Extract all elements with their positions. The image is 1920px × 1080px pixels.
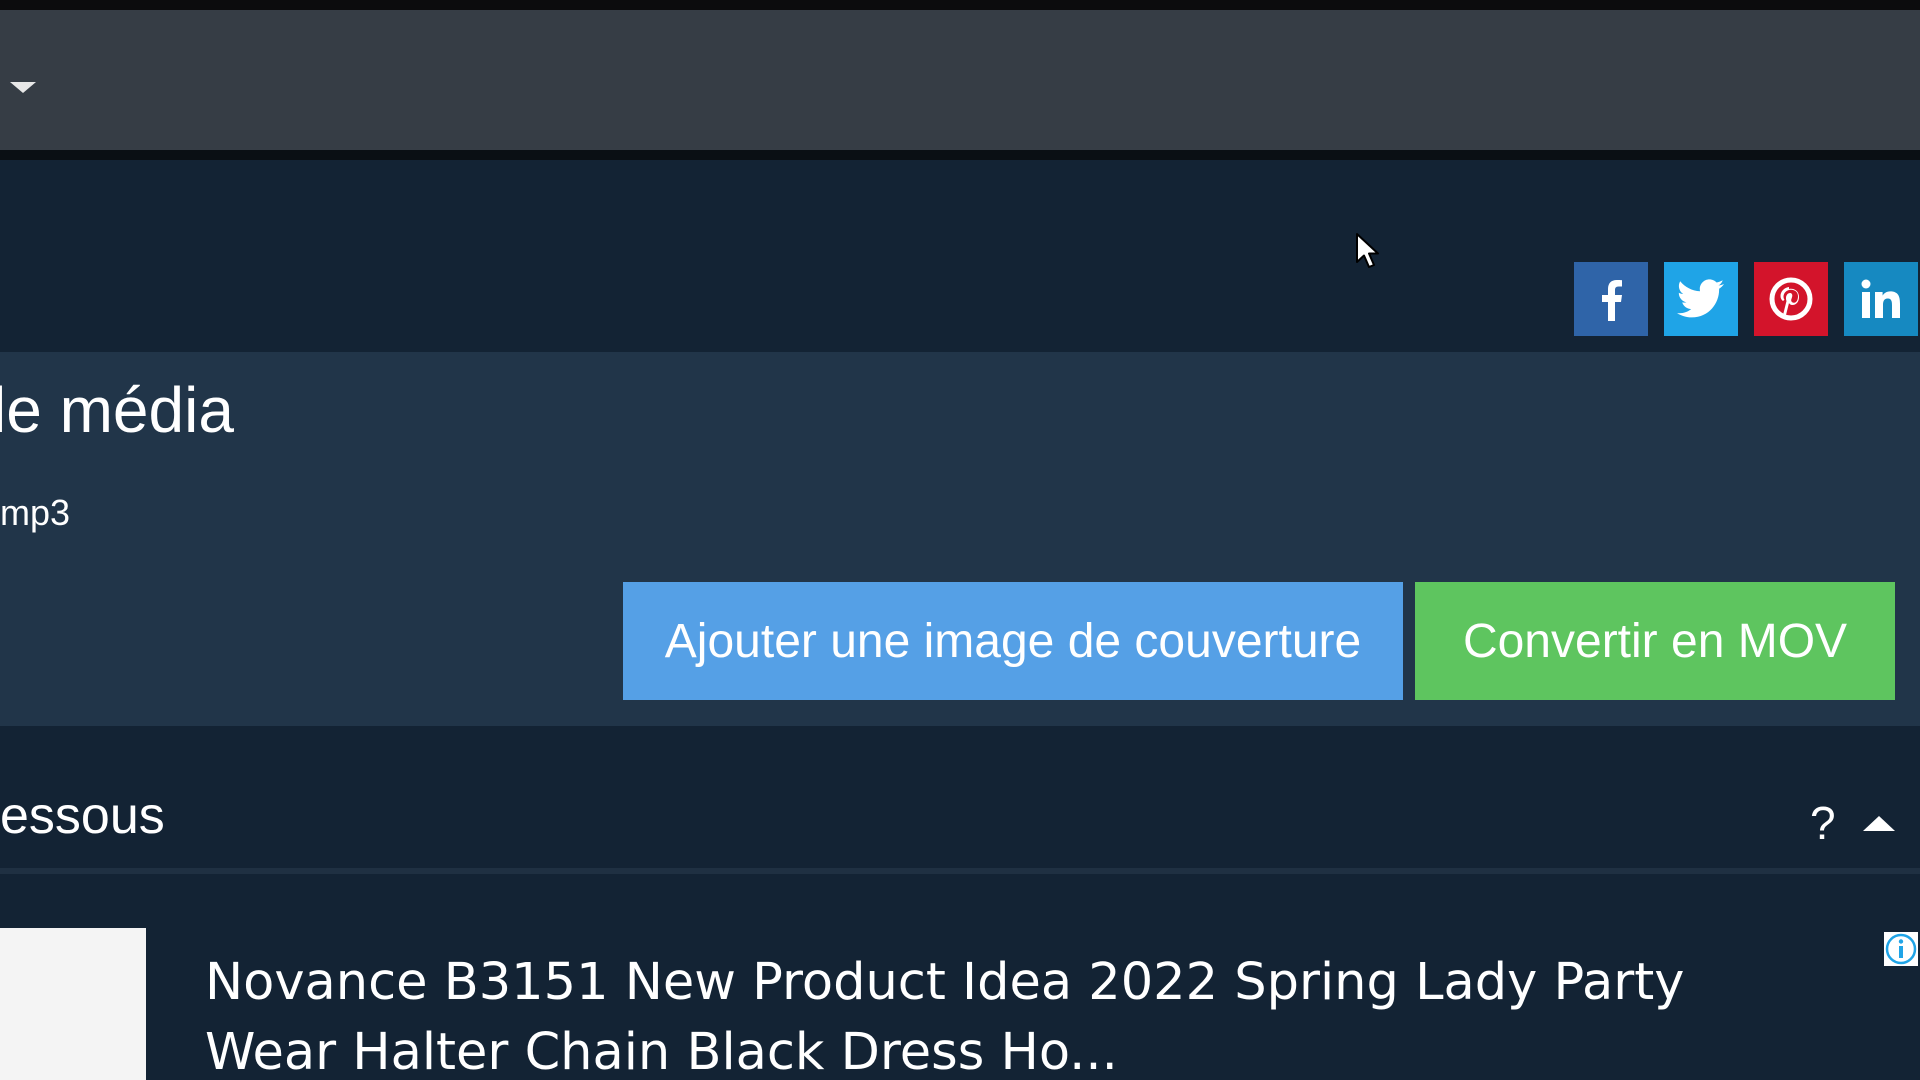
section-title: essous	[0, 787, 165, 845]
navbar-divider	[0, 150, 1920, 160]
section-divider	[0, 868, 1920, 874]
help-icon[interactable]: ?	[1810, 800, 1836, 846]
chevron-down-icon[interactable]	[10, 82, 36, 93]
pinterest-share-button[interactable]	[1754, 262, 1828, 336]
twitter-icon	[1677, 279, 1724, 318]
add-cover-image-button[interactable]: Ajouter une image de couverture	[623, 582, 1403, 700]
ad-title[interactable]: Novance B3151 New Product Idea 2022 Spri…	[205, 948, 1735, 1080]
facebook-icon	[1602, 280, 1622, 321]
facebook-share-button[interactable]	[1574, 262, 1648, 336]
ad-info-icon[interactable]	[1882, 930, 1920, 968]
linkedin-share-button[interactable]	[1844, 262, 1918, 336]
mouse-cursor-icon	[1356, 233, 1379, 268]
ad-thumbnail[interactable]	[0, 928, 146, 1080]
info-icon	[1884, 932, 1918, 966]
page: le média mp3 Ajouter une image de couver…	[0, 0, 1920, 1080]
linkedin-icon	[1861, 279, 1900, 318]
top-strip	[0, 0, 1920, 10]
panel-title: le média	[0, 374, 234, 446]
twitter-share-button[interactable]	[1664, 262, 1738, 336]
file-format-label: mp3	[0, 492, 71, 533]
chevron-up-icon[interactable]	[1863, 816, 1895, 831]
pinterest-icon	[1769, 277, 1813, 321]
convert-button[interactable]: Convertir en MOV	[1415, 582, 1895, 700]
navbar	[0, 10, 1920, 150]
